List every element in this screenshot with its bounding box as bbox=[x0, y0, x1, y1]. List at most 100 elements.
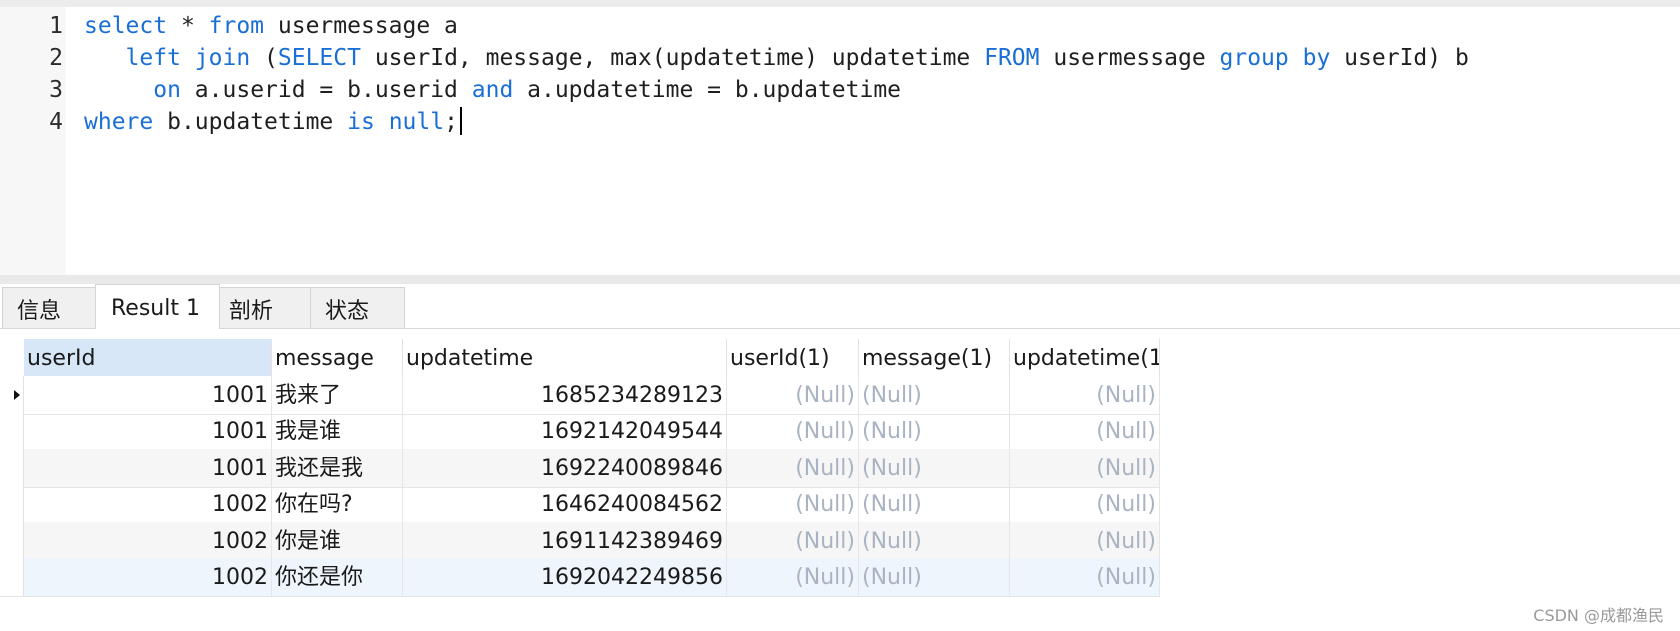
row-indicator[interactable] bbox=[0, 412, 24, 452]
cell-updatetime-1[interactable]: (Null) bbox=[1010, 521, 1160, 561]
cell-userid-1[interactable]: (Null) bbox=[727, 485, 859, 525]
row-indicator[interactable] bbox=[0, 448, 24, 488]
column-header-updatetime-1[interactable]: updatetime(1) bbox=[1010, 339, 1160, 376]
cell-message[interactable]: 你还是你 bbox=[272, 558, 403, 597]
cell-userid-1[interactable]: (Null) bbox=[727, 448, 859, 488]
sql-editor[interactable]: 1 2 3 4 select * from usermessage a left… bbox=[0, 0, 1680, 275]
editor-top-bar bbox=[0, 0, 1680, 7]
code-line-1[interactable]: select * from usermessage a bbox=[84, 10, 458, 42]
cell-updatetime-1[interactable]: (Null) bbox=[1010, 448, 1160, 488]
cell-message-1[interactable]: (Null) bbox=[859, 448, 1010, 488]
cell-userid[interactable]: 1002 bbox=[24, 558, 272, 597]
cell-message-1[interactable]: (Null) bbox=[859, 376, 1010, 415]
cell-userid-1[interactable]: (Null) bbox=[727, 521, 859, 561]
column-header-userid-1[interactable]: userId(1) bbox=[727, 339, 859, 376]
cell-updatetime[interactable]: 1646240084562 bbox=[403, 485, 727, 525]
row-indicator[interactable] bbox=[0, 485, 24, 525]
cell-message-1[interactable]: (Null) bbox=[859, 521, 1010, 561]
sql-text: * bbox=[167, 13, 209, 39]
cell-userid[interactable]: 1001 bbox=[24, 376, 272, 415]
tab-info[interactable]: 信息 bbox=[2, 287, 96, 328]
row-indicator[interactable] bbox=[0, 521, 24, 561]
cell-message[interactable]: 我是谁 bbox=[272, 412, 403, 452]
cell-updatetime-1[interactable]: (Null) bbox=[1010, 485, 1160, 525]
cell-updatetime[interactable]: 1691142389469 bbox=[403, 521, 727, 561]
tab-profile[interactable]: 剖析 bbox=[219, 287, 311, 328]
sql-text: usermessage a bbox=[264, 13, 458, 39]
line-number: 3 bbox=[49, 77, 63, 103]
cell-updatetime-1[interactable]: (Null) bbox=[1010, 376, 1160, 415]
cell-userid[interactable]: 1002 bbox=[24, 521, 272, 561]
grid-corner bbox=[0, 339, 24, 376]
cell-message[interactable]: 你是谁 bbox=[272, 521, 403, 561]
table-row[interactable]: 1002 你还是你 1692042249856 (Null) (Null) (Null) bbox=[24, 558, 1160, 597]
row-indicator[interactable] bbox=[0, 376, 24, 415]
sql-text: b.updatetime bbox=[153, 109, 348, 135]
sql-keyword: SELECT bbox=[277, 45, 361, 71]
cell-updatetime[interactable]: 1692240089846 bbox=[403, 448, 727, 488]
tabs-baseline bbox=[0, 328, 1680, 329]
result-tabs: 信息 Result 1 剖析 状态 bbox=[0, 284, 1680, 329]
line-number: 4 bbox=[49, 109, 63, 135]
column-header-userid[interactable]: userId bbox=[24, 339, 272, 376]
tab-status[interactable]: 状态 bbox=[310, 287, 405, 328]
sql-keyword: is bbox=[347, 109, 375, 135]
cell-message-1[interactable]: (Null) bbox=[859, 558, 1010, 597]
sql-text: ; bbox=[444, 109, 458, 135]
sql-keyword: null bbox=[388, 109, 445, 135]
tab-result-1[interactable]: Result 1 bbox=[95, 284, 220, 329]
sql-text: usermessage bbox=[1039, 45, 1220, 71]
cell-updatetime-1[interactable]: (Null) bbox=[1010, 412, 1160, 452]
line-number: 1 bbox=[49, 13, 63, 39]
code-line-2[interactable]: left join (SELECT userId, message, max(u… bbox=[84, 42, 1469, 74]
sql-keyword: by bbox=[1302, 45, 1331, 71]
sql-text: a.updatetime = b.updatetime bbox=[513, 77, 902, 103]
cell-userid[interactable]: 1001 bbox=[24, 412, 272, 452]
table-row[interactable]: 1002 你在吗? 1646240084562 (Null) (Null) (Null) bbox=[24, 485, 1160, 525]
column-header-updatetime[interactable]: updatetime bbox=[403, 339, 727, 376]
line-number: 2 bbox=[49, 45, 63, 71]
sql-keyword: left bbox=[125, 45, 181, 71]
column-header-message[interactable]: message bbox=[272, 339, 403, 376]
text-caret bbox=[459, 107, 462, 135]
editor-splitter[interactable] bbox=[0, 275, 1680, 284]
table-row[interactable]: 1001 我是谁 1692142049544 (Null) (Null) (Null) bbox=[24, 412, 1160, 452]
sql-keyword: group bbox=[1219, 45, 1289, 71]
sql-keyword: from bbox=[208, 13, 265, 39]
cell-userid-1[interactable]: (Null) bbox=[727, 376, 859, 415]
code-line-4[interactable]: where b.updatetime is null; bbox=[84, 106, 462, 138]
cell-updatetime[interactable]: 1692042249856 bbox=[403, 558, 727, 597]
code-line-3[interactable]: on a.userid = b.userid and a.updatetime … bbox=[84, 74, 901, 106]
cell-userid[interactable]: 1002 bbox=[24, 485, 272, 525]
line-number-gutter: 1 2 3 4 bbox=[0, 7, 66, 275]
cell-userid-1[interactable]: (Null) bbox=[727, 412, 859, 452]
cell-message[interactable]: 你在吗? bbox=[272, 485, 403, 525]
watermark: CSDN @成都渔民 bbox=[1533, 606, 1664, 625]
cell-message[interactable]: 我还是我 bbox=[272, 448, 403, 488]
cell-userid-1[interactable]: (Null) bbox=[727, 558, 859, 597]
cell-updatetime[interactable]: 1685234289123 bbox=[403, 376, 727, 415]
cell-message-1[interactable]: (Null) bbox=[859, 412, 1010, 452]
sql-text: userId) b bbox=[1330, 45, 1469, 71]
column-header-message-1[interactable]: message(1) bbox=[859, 339, 1010, 376]
sql-text: userId, message, max(updatetime) updatet… bbox=[360, 45, 985, 71]
row-indicator[interactable] bbox=[0, 558, 24, 597]
table-row[interactable]: 1002 你是谁 1691142389469 (Null) (Null) (Null) bbox=[24, 521, 1160, 561]
sql-keyword: on bbox=[153, 77, 181, 103]
table-row[interactable]: 1001 我来了 1685234289123 (Null) (Null) (Null) bbox=[24, 376, 1160, 415]
table-row[interactable]: 1001 我还是我 1692240089846 (Null) (Null) (Null) bbox=[24, 448, 1160, 488]
sql-keyword: and bbox=[471, 77, 514, 103]
cell-updatetime-1[interactable]: (Null) bbox=[1010, 558, 1160, 597]
cell-message-1[interactable]: (Null) bbox=[859, 485, 1010, 525]
cell-userid[interactable]: 1001 bbox=[24, 448, 272, 488]
sql-text: ( bbox=[250, 45, 278, 71]
sql-text: a.userid = b.userid bbox=[180, 77, 472, 103]
cell-updatetime[interactable]: 1692142049544 bbox=[403, 412, 727, 452]
sql-keyword: FROM bbox=[984, 45, 1040, 71]
cell-message[interactable]: 我来了 bbox=[272, 376, 403, 415]
